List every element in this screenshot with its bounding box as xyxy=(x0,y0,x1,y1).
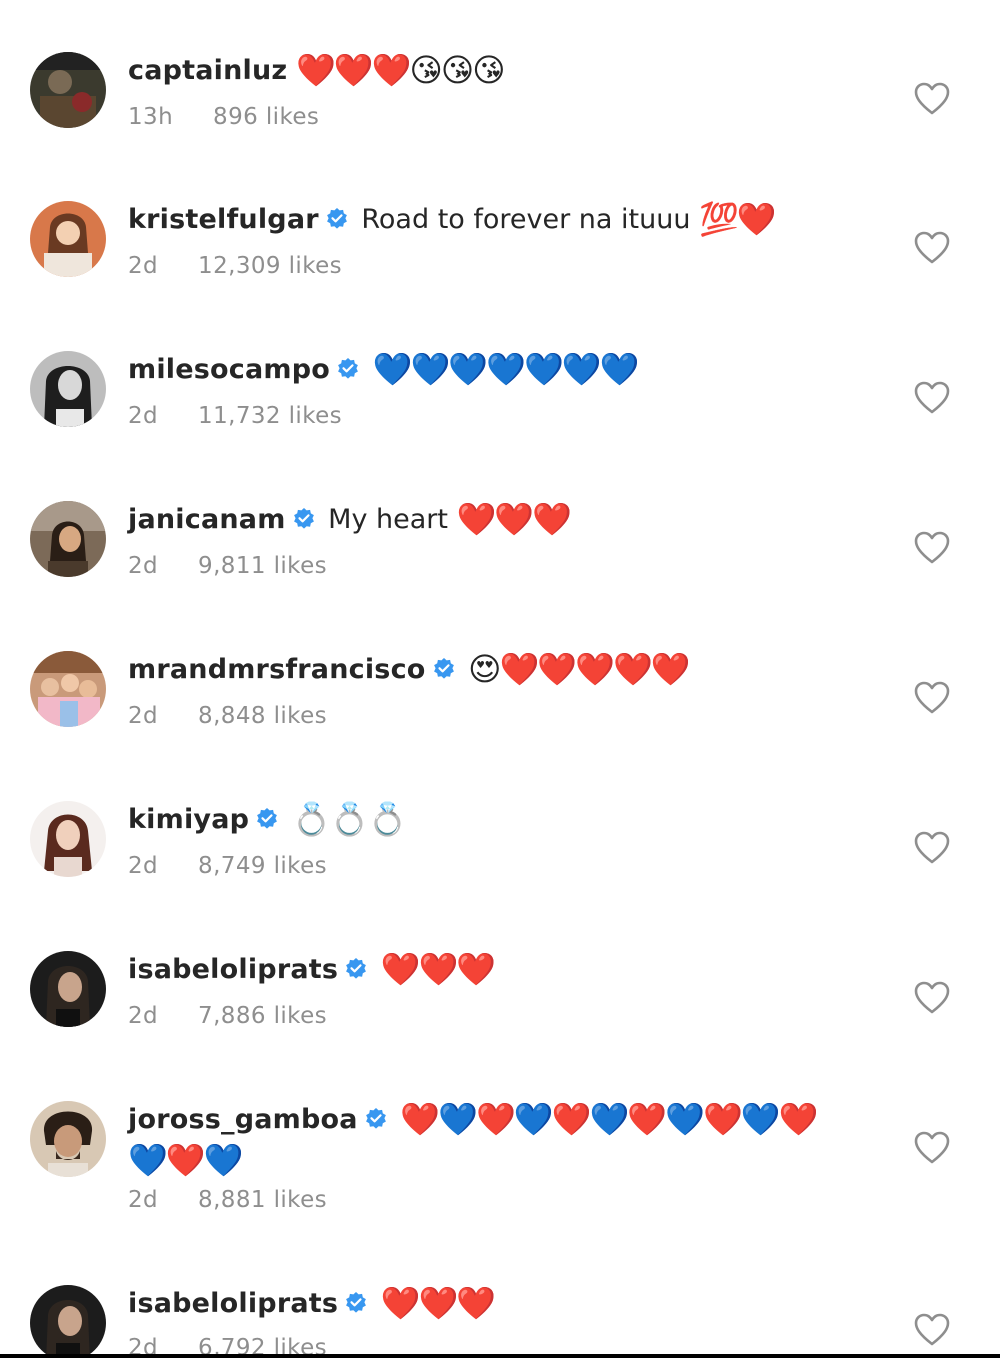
comment-emoji: 💙💙💙💙💙💙💙 xyxy=(372,350,640,388)
avatar[interactable] xyxy=(30,951,106,1027)
like-count[interactable]: 9,811 likes xyxy=(198,553,327,579)
comment-time: 2d xyxy=(128,253,159,279)
verified-badge-icon xyxy=(326,208,347,229)
like-count[interactable]: 12,309 likes xyxy=(198,253,342,279)
like-count[interactable]: 8,881 likes xyxy=(198,1187,327,1213)
like-count[interactable]: 7,886 likes xyxy=(198,1003,327,1029)
username[interactable]: kristelfulgar xyxy=(128,204,319,235)
bottom-border xyxy=(0,1354,1000,1358)
like-count[interactable]: 8,848 likes xyxy=(198,703,327,729)
avatar[interactable] xyxy=(30,501,106,577)
verified-badge-icon xyxy=(293,508,314,529)
username[interactable]: janicanam xyxy=(128,504,286,535)
like-count[interactable]: 8,749 likes xyxy=(198,853,327,879)
comment-time: 2d xyxy=(128,1187,159,1213)
like-button[interactable] xyxy=(914,831,950,865)
comment-time: 13h xyxy=(128,104,174,130)
comment-item: mrandmrsfrancisco 😍❤️❤️❤️❤️❤️ 2d 8,848 li… xyxy=(0,650,1000,801)
heart-outline-icon xyxy=(914,681,950,714)
comment-emoji: ❤️❤️❤️ xyxy=(380,950,497,988)
comment-time: 2d xyxy=(128,1003,159,1029)
like-button[interactable] xyxy=(914,1313,950,1347)
like-button[interactable] xyxy=(914,231,950,265)
comment-time: 2d xyxy=(128,553,159,579)
comment-item: milesocampo 💙💙💙💙💙💙💙 2d 11,732 likes xyxy=(0,350,1000,501)
like-button[interactable] xyxy=(914,681,950,715)
comment-item: janicanam My heart ❤️❤️❤️ 2d 9,811 likes xyxy=(0,500,1000,651)
like-button[interactable] xyxy=(914,981,950,1015)
comment-emoji: 💍💍💍 xyxy=(291,800,408,838)
username[interactable]: captainluz xyxy=(128,55,287,86)
comment-time: 2d xyxy=(128,853,159,879)
verified-badge-icon xyxy=(346,1292,367,1313)
username[interactable]: kimiyap xyxy=(128,804,249,835)
like-count[interactable]: 11,732 likes xyxy=(198,403,342,429)
like-button[interactable] xyxy=(914,82,950,116)
avatar[interactable] xyxy=(30,351,106,427)
comment-emoji: 😍❤️❤️❤️❤️❤️ xyxy=(468,650,691,688)
like-button[interactable] xyxy=(914,531,950,565)
comment-item: captainluz ❤️❤️❤️😘😘😘 13h 896 likes xyxy=(0,51,1000,202)
heart-outline-icon xyxy=(914,381,950,414)
comment-item: joross_gamboa ❤️💙❤️💙❤️💙❤️💙❤️💙❤️💙❤️💙 2d 8,… xyxy=(0,1100,1000,1285)
avatar[interactable] xyxy=(30,651,106,727)
comment-emoji: 💯❤️ xyxy=(699,200,777,238)
verified-badge-icon xyxy=(433,658,454,679)
comment-item: kristelfulgar Road to forever na ituuu 💯… xyxy=(0,200,1000,351)
heart-outline-icon xyxy=(914,1131,950,1164)
username[interactable]: isabeloliprats xyxy=(128,1288,338,1319)
comment-item: kimiyap 💍💍💍 2d 8,749 likes xyxy=(0,800,1000,951)
comment-emoji: ❤️❤️❤️ xyxy=(380,1284,497,1322)
verified-badge-icon xyxy=(338,358,358,379)
comment-item: isabeloliprats ❤️❤️❤️ 2d 7,886 likes xyxy=(0,950,1000,1101)
heart-outline-icon xyxy=(914,82,950,115)
comment-text: Road to forever na ituuu xyxy=(361,204,691,235)
heart-outline-icon xyxy=(914,981,950,1014)
like-button[interactable] xyxy=(914,1131,950,1165)
username[interactable]: milesocampo xyxy=(128,354,330,385)
verified-badge-icon xyxy=(346,958,367,979)
avatar[interactable] xyxy=(30,1101,106,1177)
heart-outline-icon xyxy=(914,1313,950,1346)
avatar[interactable] xyxy=(30,52,106,128)
comment-list: captainluz ❤️❤️❤️😘😘😘 13h 896 likes kriste… xyxy=(0,0,1000,1358)
comment-time: 2d xyxy=(128,403,159,429)
verified-badge-icon xyxy=(257,808,278,829)
like-button[interactable] xyxy=(914,381,950,415)
like-count[interactable]: 896 likes xyxy=(213,104,319,130)
heart-outline-icon xyxy=(914,831,950,864)
comment-emoji: ❤️❤️❤️ xyxy=(456,500,573,538)
comment-time: 2d xyxy=(128,703,159,729)
comment-emoji: ❤️❤️❤️😘😘😘 xyxy=(295,51,506,89)
username[interactable]: joross_gamboa xyxy=(128,1104,358,1135)
username[interactable]: isabeloliprats xyxy=(128,954,338,985)
verified-badge-icon xyxy=(365,1108,386,1129)
comment-item: isabeloliprats ❤️❤️❤️ 2d 6,792 likes xyxy=(0,1284,1000,1358)
avatar[interactable] xyxy=(30,801,106,877)
comment-text: My heart xyxy=(328,504,448,535)
heart-outline-icon xyxy=(914,231,950,264)
avatar[interactable] xyxy=(30,1285,106,1358)
username[interactable]: mrandmrsfrancisco xyxy=(128,654,426,685)
heart-outline-icon xyxy=(914,531,950,564)
avatar[interactable] xyxy=(30,201,106,277)
